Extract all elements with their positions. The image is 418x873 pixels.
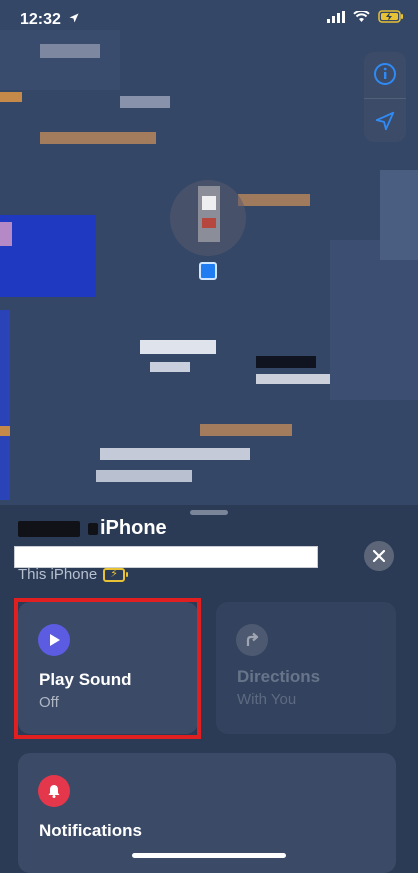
signal-icon [327,10,345,23]
play-sound-label: Play Sound [39,670,132,689]
map-info-button[interactable] [364,52,406,96]
directions-label: Directions [237,667,321,686]
map-water [0,215,96,297]
status-bar: 12:32 [0,0,418,44]
device-marker [198,186,220,242]
map-water [0,310,10,500]
map-label [0,426,10,436]
location-arrow-icon [375,111,395,131]
map-location-button[interactable] [364,98,406,143]
map-tile [380,170,418,260]
redacted-name [88,522,98,535]
battery-charging-icon [378,10,403,23]
device-detail-sheet: iPhone This iPhone ⚡ Play Sound Off Dire… [0,505,418,873]
turn-arrow-icon [236,624,268,656]
map-label [100,448,250,460]
map-tile [40,44,100,58]
map-controls [364,52,406,142]
map-label [140,340,216,354]
status-time: 12:32 [20,11,80,29]
close-button[interactable] [364,541,394,571]
user-location-dot [199,262,217,280]
play-icon [38,624,70,656]
info-icon [374,63,396,85]
directions-subtitle: With You [237,691,297,708]
map-label [150,362,190,372]
device-marker [202,196,216,210]
play-sound-button[interactable]: Play Sound Off [18,602,198,734]
close-icon [373,550,385,562]
map-tile [120,96,170,108]
map-label [0,92,22,102]
map-road [238,194,310,206]
home-indicator[interactable] [132,853,286,858]
map-road [40,132,156,144]
status-icons [327,10,404,23]
directions-button[interactable]: Directions With You [216,602,396,734]
notifications-label: Notifications [39,821,142,840]
map-label [0,222,12,246]
device-name: iPhone [18,517,167,540]
map-road [200,424,292,436]
map-label [96,470,192,482]
map-label [256,356,316,368]
redacted-address [14,546,318,568]
redacted-name [18,520,80,537]
device-subtitle: This iPhone ⚡ [18,566,129,583]
play-sound-status: Off [39,694,59,711]
wifi-icon [353,10,370,22]
device-marker [202,218,216,228]
sheet-grabber[interactable] [190,510,228,515]
bell-icon [38,775,70,807]
map-tile [330,240,418,400]
location-arrow-icon [69,13,79,23]
battery-charging-icon: ⚡ [103,567,129,582]
map-view[interactable]: 12:32 [0,0,418,505]
